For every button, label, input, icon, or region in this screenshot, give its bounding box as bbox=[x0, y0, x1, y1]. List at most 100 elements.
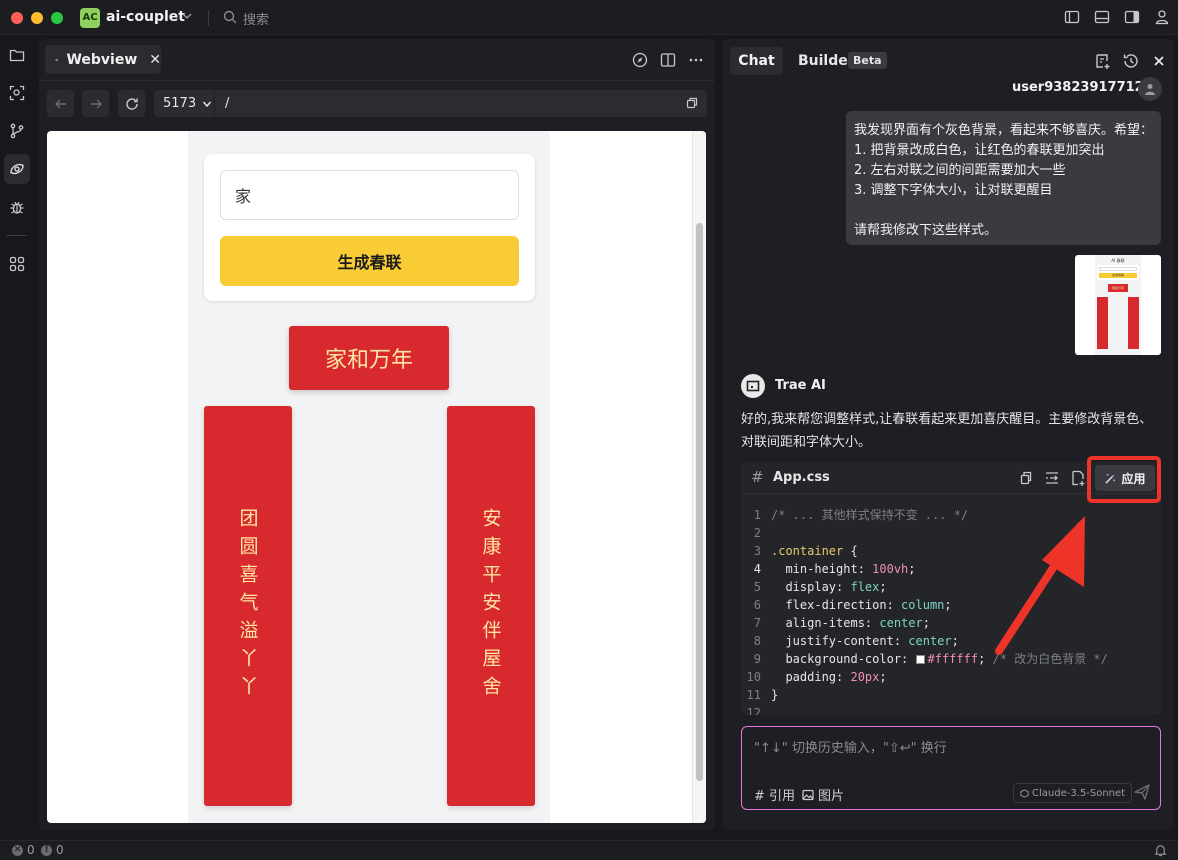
search-icon bbox=[223, 10, 237, 24]
tab-chat[interactable]: Chat bbox=[730, 47, 783, 75]
code-token: 20px bbox=[850, 670, 880, 684]
thumbnail-button: 生成春联 bbox=[1099, 273, 1137, 278]
webview-eye-icon bbox=[55, 58, 59, 61]
port-select[interactable]: 5173 bbox=[154, 90, 214, 117]
close-window-button[interactable] bbox=[11, 12, 23, 24]
toggle-bottom-panel-icon[interactable] bbox=[1094, 9, 1110, 25]
image-icon bbox=[802, 789, 814, 800]
copy-icon[interactable] bbox=[1018, 470, 1034, 486]
chat-input-box[interactable]: "↑↓" 切换历史输入，"⇧↩" 换行 # 引用 图片 Claude-3.5-S… bbox=[741, 726, 1161, 810]
forward-button[interactable] bbox=[82, 90, 109, 117]
folder-icon bbox=[9, 49, 25, 62]
code-token: center bbox=[879, 616, 923, 630]
reference-button[interactable]: # 引用 bbox=[754, 785, 795, 804]
maximize-window-button[interactable] bbox=[51, 12, 63, 24]
thumbnail-scroll: 家和万年 bbox=[1108, 284, 1128, 292]
activity-bar bbox=[0, 36, 33, 836]
account-icon[interactable] bbox=[1154, 9, 1170, 25]
more-icon[interactable] bbox=[688, 52, 704, 68]
new-file-icon[interactable] bbox=[1070, 470, 1086, 486]
image-button[interactable]: 图片 bbox=[802, 785, 844, 804]
toggle-left-panel-icon[interactable] bbox=[1064, 9, 1080, 25]
model-name: Claude-3.5-Sonnet bbox=[1032, 787, 1126, 799]
user-message-line: 2. 左右对联之间的间距需要加大一些 bbox=[854, 163, 1066, 178]
tab-webview[interactable]: Webview ✕ bbox=[45, 45, 161, 74]
couplet-app: 家 生成春联 家和万年 团圆喜气溢丫丫 安康平安伴屋舍 bbox=[188, 131, 550, 823]
url-input[interactable]: / bbox=[215, 90, 707, 117]
user-message-line bbox=[854, 201, 1153, 221]
code-text: flex-direction: column; bbox=[771, 596, 951, 614]
divider bbox=[6, 235, 27, 236]
code-text: /* ... 其他样式保持不变 ... */ bbox=[771, 506, 968, 524]
code-token: justify-content: bbox=[771, 634, 909, 648]
user-avatar bbox=[1138, 77, 1162, 101]
line-number: 5 bbox=[753, 580, 761, 594]
toggle-right-panel-icon[interactable] bbox=[1124, 9, 1140, 25]
history-icon[interactable] bbox=[1122, 52, 1140, 70]
arrow-left-icon bbox=[54, 99, 66, 108]
compass-icon[interactable] bbox=[632, 52, 648, 68]
code-text: .container { bbox=[771, 542, 858, 560]
close-icon[interactable] bbox=[1150, 52, 1168, 70]
code-line: 12 bbox=[741, 704, 1161, 715]
screenshot-thumbnail[interactable]: AI 春联 生成春联 家和万年 bbox=[1075, 255, 1161, 355]
tab-builder[interactable]: Builder bbox=[798, 53, 855, 69]
project-name[interactable]: ai-couplet bbox=[106, 9, 185, 25]
line-number: 10 bbox=[746, 670, 761, 684]
user-icon bbox=[1145, 84, 1155, 95]
line-number: 3 bbox=[753, 544, 761, 558]
explorer-button[interactable] bbox=[4, 40, 30, 70]
code-token: min-height: bbox=[771, 562, 873, 576]
line-number: 2 bbox=[753, 526, 761, 540]
line-number: 4 bbox=[753, 562, 761, 576]
scrollbar-thumb[interactable] bbox=[696, 223, 703, 781]
user-message: 我发现界面有个灰色背景，看起来不够喜庆。希望： 1. 把背景改成白色，让红色的春… bbox=[846, 111, 1161, 245]
insert-icon[interactable] bbox=[1044, 470, 1060, 486]
minimize-window-button[interactable] bbox=[31, 12, 43, 24]
chevron-down-icon bbox=[203, 101, 212, 107]
search-button[interactable] bbox=[4, 78, 30, 108]
keyword-input[interactable]: 家 bbox=[220, 170, 519, 220]
generate-couplet-button[interactable]: 生成春联 bbox=[220, 236, 519, 286]
scrollbar-track[interactable] bbox=[692, 131, 706, 823]
scan-search-icon bbox=[9, 85, 25, 101]
code-text: display: flex; bbox=[771, 578, 886, 596]
bell-icon[interactable] bbox=[1154, 844, 1167, 857]
chevron-down-icon[interactable] bbox=[181, 10, 193, 22]
errors-indicator[interactable]: ✕ 0 bbox=[12, 843, 35, 857]
ai-name: Trae AI bbox=[775, 378, 826, 393]
model-selector[interactable]: Claude-3.5-Sonnet bbox=[1013, 783, 1133, 803]
send-icon[interactable] bbox=[1133, 783, 1151, 801]
code-token: /* ... 其他样式保持不变 ... */ bbox=[771, 508, 969, 522]
code-token: { bbox=[843, 544, 858, 558]
copy-url-icon[interactable] bbox=[685, 96, 699, 110]
project-badge[interactable]: AC bbox=[80, 8, 100, 28]
back-button[interactable] bbox=[47, 90, 74, 117]
debug-button[interactable] bbox=[4, 192, 30, 222]
webview-eye-icon bbox=[10, 163, 24, 175]
user-message-line: 1. 把背景改成白色，让红色的春联更加突出 bbox=[854, 143, 1105, 158]
search-input[interactable]: 搜索 bbox=[243, 9, 269, 28]
close-tab-icon[interactable]: ✕ bbox=[149, 52, 161, 68]
right-couplet-text: 安康平安伴屋舍 bbox=[479, 508, 502, 704]
port-value: 5173 bbox=[163, 96, 197, 111]
user-message-line: 请帮我修改下这些样式。 bbox=[854, 223, 998, 238]
new-chat-icon[interactable] bbox=[1094, 52, 1112, 70]
webview-panel: Webview ✕ 5173 / 家 生成春联 家和万年 团圆喜气溢丫丫 安康平… bbox=[39, 39, 715, 830]
line-number: 7 bbox=[753, 616, 761, 630]
code-text: } bbox=[771, 686, 778, 704]
warnings-indicator[interactable]: ! 0 bbox=[41, 843, 64, 857]
refresh-icon bbox=[125, 97, 138, 110]
code-token: display: bbox=[771, 580, 851, 594]
source-control-button[interactable] bbox=[4, 116, 30, 146]
user-message-line: 3. 调整下字体大小，让对联更醒目 bbox=[854, 183, 1053, 198]
title-bar: AC ai-couplet 搜索 bbox=[0, 0, 1178, 35]
webview-button[interactable] bbox=[4, 154, 30, 184]
code-text: align-items: center; bbox=[771, 614, 930, 632]
code-token: .container bbox=[771, 544, 844, 558]
code-token: flex-direction: bbox=[771, 598, 902, 612]
reload-button[interactable] bbox=[118, 90, 145, 117]
line-number: 12 bbox=[746, 706, 761, 715]
split-view-icon[interactable] bbox=[660, 52, 676, 68]
extensions-button[interactable] bbox=[4, 249, 30, 279]
